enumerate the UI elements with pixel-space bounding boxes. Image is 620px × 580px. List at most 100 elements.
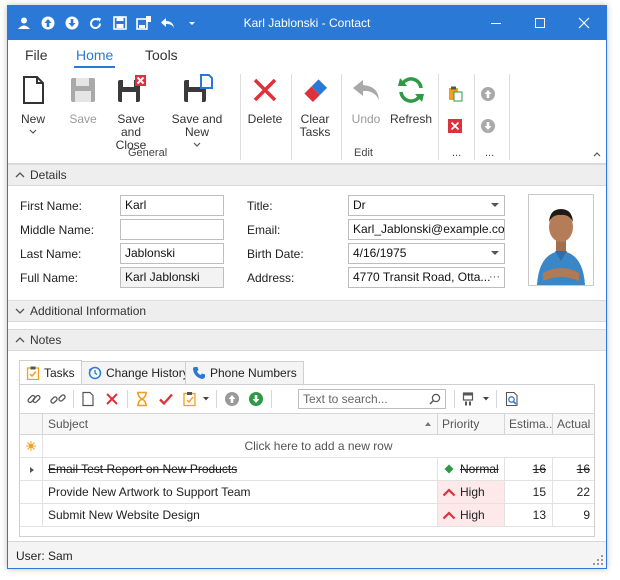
search-input[interactable]: Text to search... xyxy=(298,389,446,409)
row-indicator[interactable] xyxy=(20,504,42,527)
sort-ascending-icon xyxy=(425,422,431,426)
table-row-estimate[interactable]: 16 xyxy=(504,458,552,481)
high-priority-arrow-icon xyxy=(442,511,456,520)
table-row-priority[interactable]: High xyxy=(437,481,504,504)
chevron-down-icon xyxy=(193,142,201,147)
row-indicator[interactable] xyxy=(20,481,42,504)
tab-tasks[interactable]: Tasks xyxy=(19,360,82,385)
email-field[interactable]: Karl_Jablonski@example.com xyxy=(348,219,505,240)
hourglass-icon[interactable] xyxy=(134,391,150,407)
new-row-star-icon xyxy=(26,441,36,451)
history-clock-icon xyxy=(88,366,102,380)
unlink-icon[interactable] xyxy=(50,391,66,407)
table-row-actual[interactable]: 9 xyxy=(552,504,594,527)
move-up-icon[interactable] xyxy=(480,86,496,102)
chevron-down-icon[interactable] xyxy=(202,396,210,402)
table-row-estimate[interactable]: 15 xyxy=(504,481,552,504)
address-field[interactable]: 4770 Transit Road, Otta... ··· xyxy=(348,267,505,288)
ribbon-tab-bar: File Home Tools xyxy=(8,40,606,68)
delete-small-icon[interactable] xyxy=(447,118,463,134)
minimize-button[interactable] xyxy=(474,6,518,40)
maximize-button[interactable] xyxy=(518,6,562,40)
ellipsis-button[interactable]: ··· xyxy=(489,268,500,287)
move-down-icon[interactable] xyxy=(248,391,264,407)
save-and-new-button[interactable]: Save and New xyxy=(160,74,234,152)
refresh-button[interactable]: Refresh xyxy=(390,74,432,126)
print-preview-icon[interactable] xyxy=(504,391,520,407)
dropdown-arrow-icon xyxy=(491,203,499,207)
chevron-up-icon xyxy=(15,172,25,178)
link-icon[interactable] xyxy=(26,391,42,407)
birth-date-label: Birth Date: xyxy=(247,247,304,261)
table-row-actual[interactable]: 22 xyxy=(552,481,594,504)
save-and-close-button[interactable]: Save and Close xyxy=(106,74,156,152)
ribbon: New Save Save and Close Save and New Del… xyxy=(8,68,606,164)
column-header-actual[interactable]: Actual ... xyxy=(552,413,594,435)
column-header-subject[interactable]: Subject xyxy=(42,413,437,435)
refresh-arrows-icon xyxy=(398,77,424,103)
tab-phone-numbers[interactable]: Phone Numbers xyxy=(185,361,304,384)
new-row-placeholder[interactable]: Click here to add a new row xyxy=(42,435,594,458)
new-item-icon[interactable] xyxy=(80,391,96,407)
first-name-label: First Name: xyxy=(20,199,83,213)
contact-photo[interactable] xyxy=(528,194,594,286)
tab-home[interactable]: Home xyxy=(73,47,116,68)
delete-item-icon[interactable] xyxy=(104,391,120,407)
undo-arrow-icon xyxy=(353,80,379,100)
chevron-up-icon xyxy=(15,337,25,343)
last-name-label: Last Name: xyxy=(20,247,82,261)
ribbon-separator xyxy=(240,74,241,160)
delete-x-icon xyxy=(253,78,277,102)
table-row-subject[interactable]: Provide New Artwork to Support Team xyxy=(42,481,437,504)
move-down-icon[interactable] xyxy=(480,118,496,134)
clear-tasks-button[interactable]: Clear Tasks xyxy=(296,74,334,139)
first-name-field[interactable]: Karl xyxy=(120,195,224,216)
new-document-icon xyxy=(23,76,44,104)
last-name-field[interactable]: Jablonski xyxy=(120,243,224,264)
new-button[interactable]: New xyxy=(16,74,50,139)
checkmark-icon[interactable] xyxy=(158,391,174,407)
chevron-down-icon[interactable] xyxy=(482,396,490,402)
row-indicator[interactable] xyxy=(20,458,42,481)
toolbar-separator xyxy=(454,390,455,408)
search-icon xyxy=(429,393,441,405)
clipboard-paste-icon[interactable] xyxy=(447,86,463,102)
ribbon-separator xyxy=(341,74,342,160)
tab-file[interactable]: File xyxy=(25,47,48,63)
title-dropdown[interactable]: Dr xyxy=(348,195,505,216)
table-row-priority[interactable]: Normal xyxy=(437,458,504,481)
details-section-header[interactable]: Details xyxy=(8,164,606,186)
title-label: Title: xyxy=(247,199,273,213)
table-row-subject[interactable]: Submit New Website Design xyxy=(42,504,437,527)
tab-tools[interactable]: Tools xyxy=(145,47,178,63)
view-layout-icon[interactable] xyxy=(462,391,478,407)
status-bar: User: Sam xyxy=(8,541,606,568)
birth-date-picker[interactable]: 4/16/1975 xyxy=(348,243,505,264)
column-header-estimate[interactable]: Estima... xyxy=(504,413,552,435)
ribbon-separator xyxy=(509,74,510,160)
tab-change-history[interactable]: Change History xyxy=(81,361,196,384)
task-status-icon[interactable] xyxy=(182,391,198,407)
middle-name-label: Middle Name: xyxy=(20,223,95,237)
collapse-ribbon-chevron-icon[interactable] xyxy=(592,150,602,158)
middle-name-field[interactable] xyxy=(120,219,224,240)
move-up-icon[interactable] xyxy=(224,391,240,407)
undo-button[interactable]: Undo xyxy=(348,74,384,126)
close-button[interactable] xyxy=(562,6,606,40)
save-and-new-icon xyxy=(184,74,213,102)
table-row-subject[interactable]: Email Test Report on New Products xyxy=(42,458,437,481)
group-label-general: General xyxy=(128,147,168,159)
resize-grip-icon[interactable] xyxy=(593,555,603,565)
save-button[interactable]: Save xyxy=(66,74,100,126)
column-header-priority[interactable]: Priority xyxy=(437,413,504,435)
delete-button[interactable]: Delete xyxy=(246,74,284,126)
toolbar-separator xyxy=(496,390,497,408)
group-label-edit: Edit xyxy=(354,147,373,159)
group-label-more-1: ... xyxy=(452,147,462,159)
notes-section-header[interactable]: Notes xyxy=(8,329,606,351)
table-row-estimate[interactable]: 13 xyxy=(504,504,552,527)
additional-info-section-header[interactable]: Additional Information xyxy=(8,300,606,322)
table-row-priority[interactable]: High xyxy=(437,504,504,527)
table-row-actual[interactable]: 16 xyxy=(552,458,594,481)
floppy-disk-icon xyxy=(71,78,95,102)
